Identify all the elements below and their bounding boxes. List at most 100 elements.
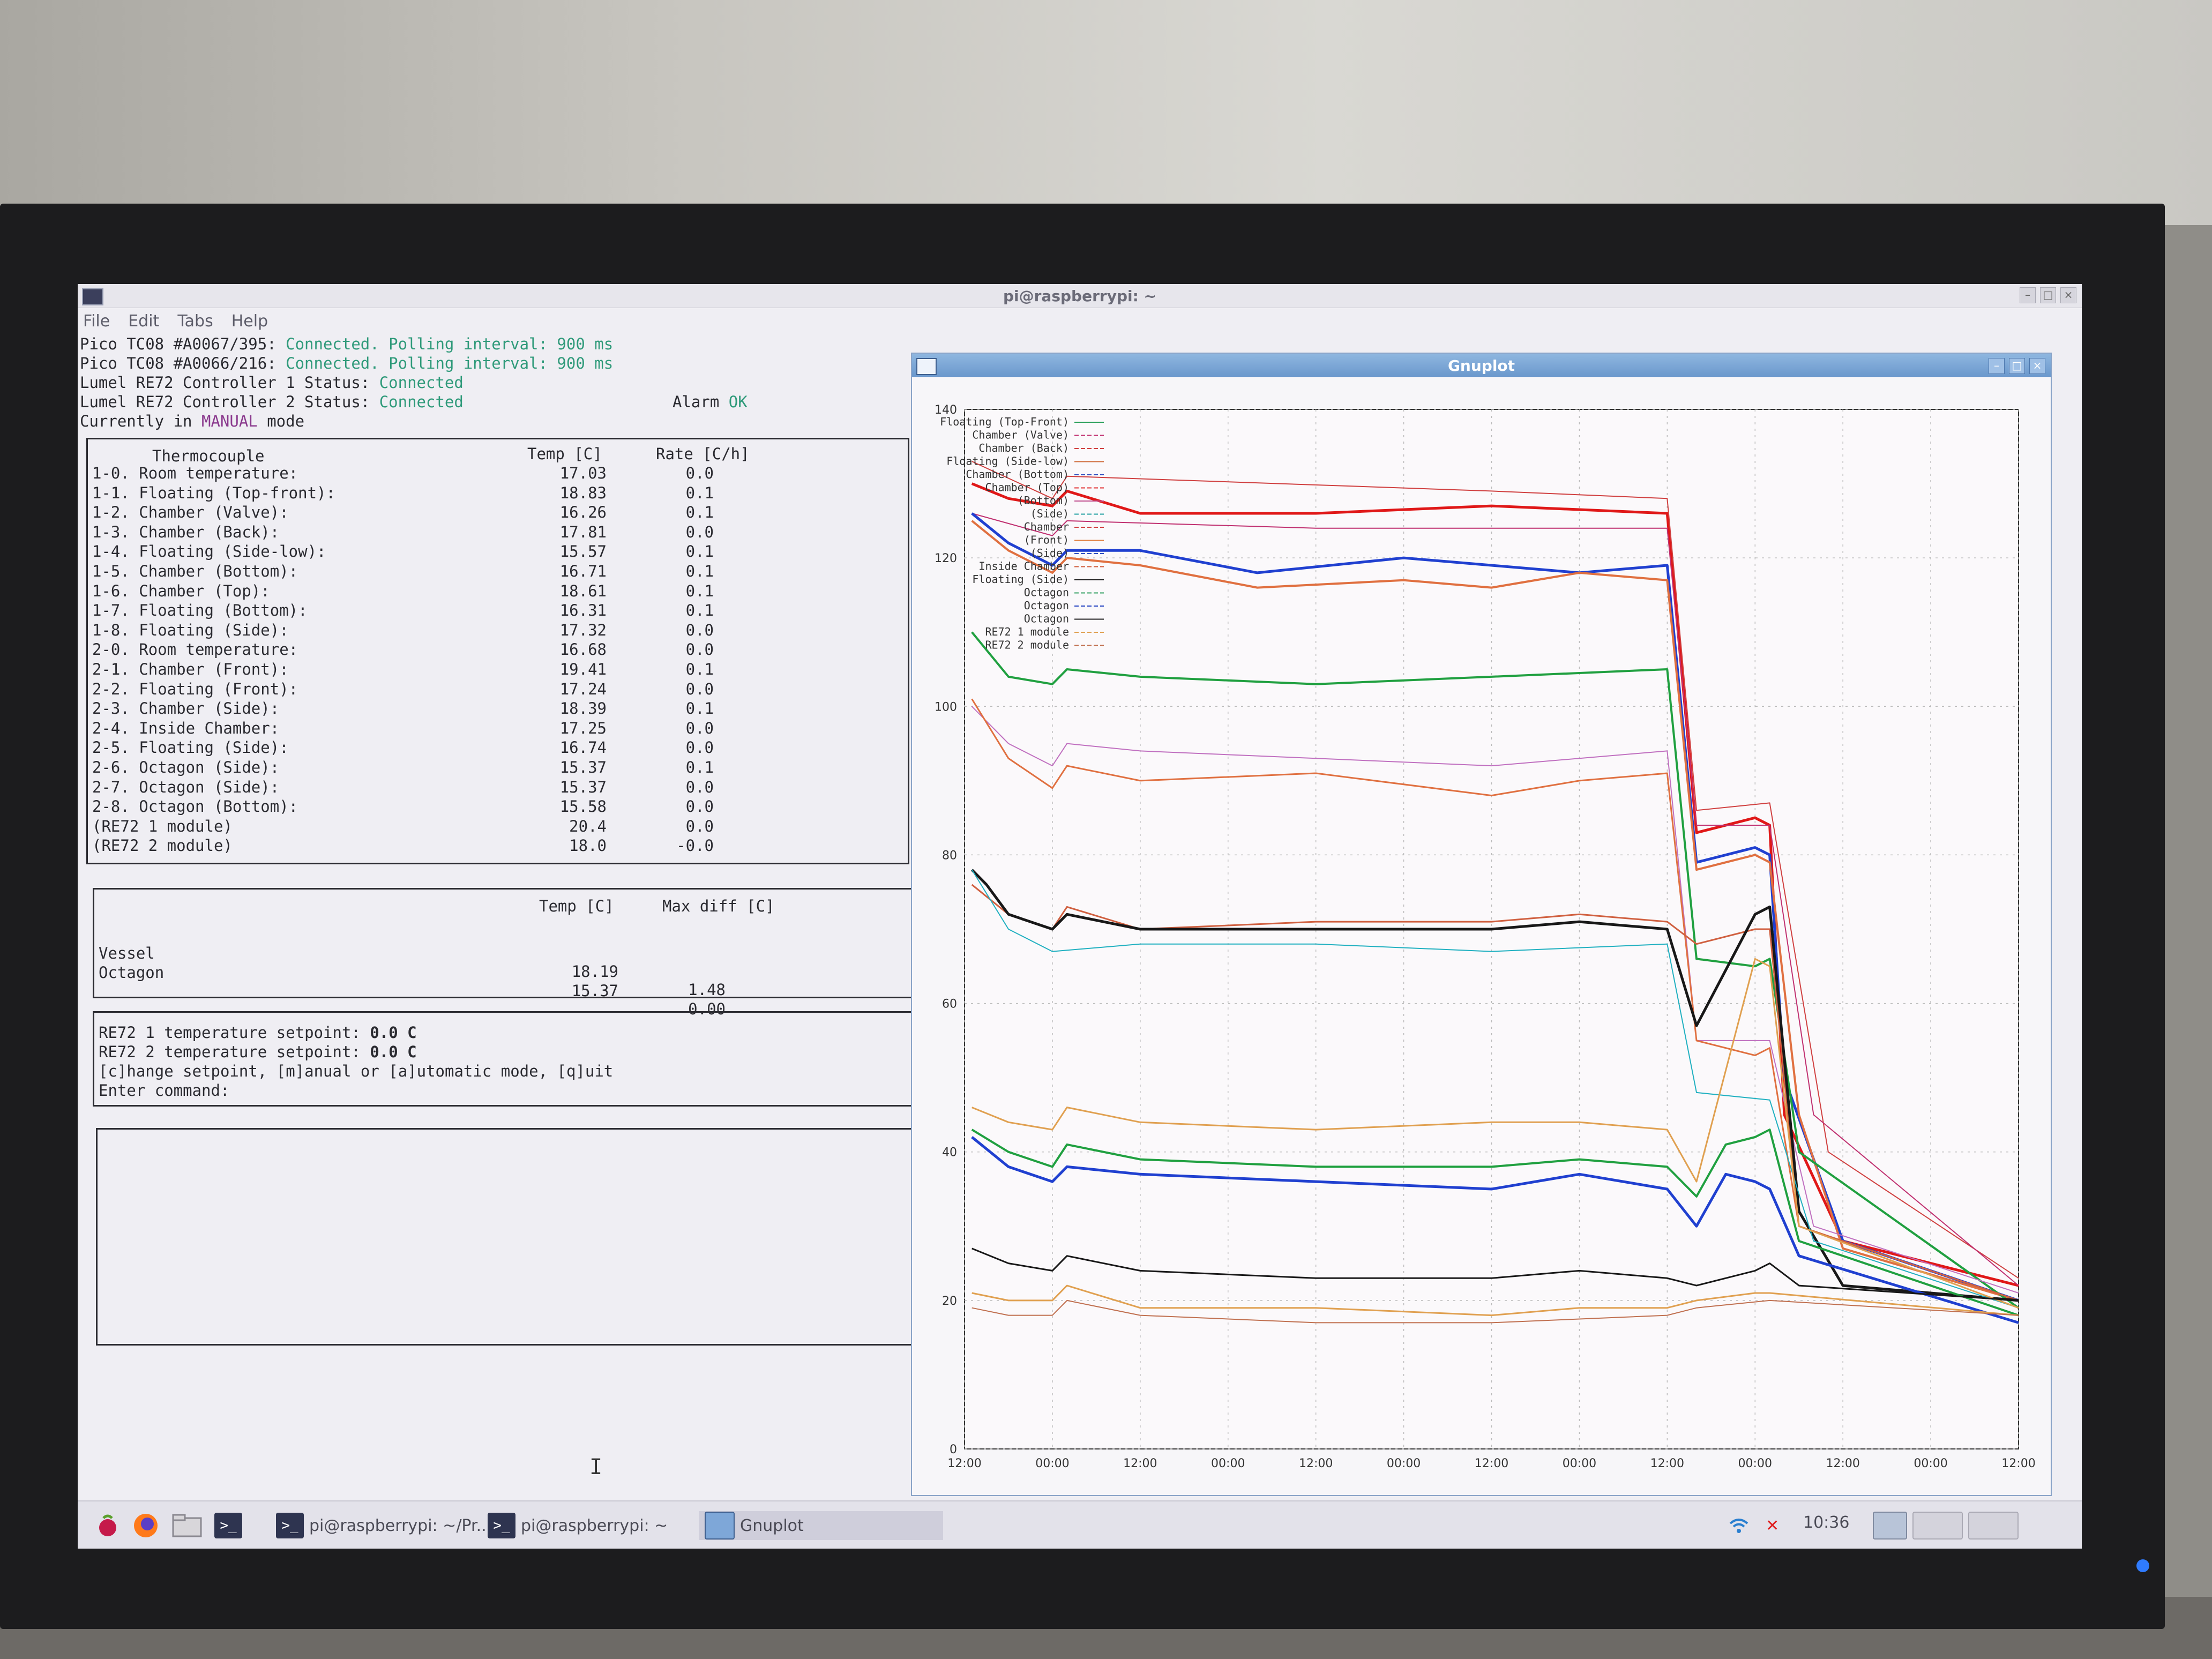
- background-curtain: [0, 0, 2212, 225]
- summary-panel: Temp [C] Max diff [C] Vessel 18.19 1.48 …: [93, 888, 916, 1018]
- command-help: [c]hange setpoint, [m]anual or [a]utomat…: [99, 1062, 614, 1080]
- status-line: Pico TC08 #A0067/395: Connected. Polling…: [80, 335, 614, 353]
- legend-label: (Front): [1024, 534, 1069, 547]
- volume-muted-icon[interactable]: ✕: [1766, 1511, 1779, 1540]
- legend-label: Chamber (Back): [978, 442, 1069, 454]
- thermo-row: (RE72 1 module) 20.4 0.0: [92, 817, 714, 835]
- taskbar-window-gnuplot[interactable]: Gnuplot: [699, 1511, 943, 1540]
- legend-label: Floating (Side): [972, 573, 1069, 586]
- x-tick-label: 00:00: [1563, 1457, 1596, 1470]
- close-button[interactable]: ×: [2060, 287, 2076, 303]
- legend-label: (Side): [1030, 507, 1069, 520]
- input-panel[interactable]: [96, 1128, 919, 1346]
- y-tick-label: 60: [942, 998, 957, 1011]
- thermo-row: 2-4. Inside Chamber: 17.25 0.0: [92, 719, 714, 737]
- x-tick-label: 12:00: [2001, 1457, 2035, 1470]
- y-tick-label: 100: [935, 700, 957, 714]
- y-tick-label: 40: [942, 1146, 957, 1160]
- thermo-row: 1-7. Floating (Bottom): 16.31 0.1: [92, 601, 714, 620]
- legend-label: RE72 2 module: [985, 639, 1069, 652]
- taskbar-window-terminal-2[interactable]: >_ pi@raspberrypi: ~: [488, 1511, 668, 1540]
- command-prompt[interactable]: Enter command:: [99, 1081, 229, 1100]
- terminal-launcher-icon[interactable]: >_: [214, 1511, 242, 1540]
- thermo-row: 2-6. Octagon (Side): 15.37 0.1: [92, 758, 714, 776]
- taskbar-window-label: pi@raspberrypi: ~/Pr...: [309, 1516, 492, 1535]
- y-tick-label: 0: [950, 1443, 957, 1456]
- gnuplot-titlebar[interactable]: Gnuplot – □ ×: [912, 354, 2051, 377]
- x-tick-label: 00:00: [1387, 1457, 1421, 1470]
- legend-label: RE72 1 module: [985, 625, 1069, 638]
- thermo-row: 2-0. Room temperature: 16.68 0.0: [92, 640, 714, 659]
- terminal-title: pi@raspberrypi: ~: [1003, 287, 1156, 305]
- thermo-row: 1-8. Floating (Side): 17.32 0.0: [92, 621, 714, 639]
- legend-label: Octagon: [1024, 599, 1069, 612]
- thermo-row: 1-0. Room temperature: 17.03 0.0: [92, 464, 714, 482]
- summary-row: Octagon 15.37 0.00: [99, 963, 726, 1018]
- legend-label: Floating (Side-low): [946, 455, 1069, 468]
- status-line: Lumel RE72 Controller 2 Status: Connecte…: [80, 393, 464, 411]
- thermo-row: 2-2. Floating (Front): 17.24 0.0: [92, 679, 714, 698]
- browser-icon[interactable]: [131, 1511, 160, 1540]
- thermo-row: 2-8. Octagon (Bottom): 15.58 0.0: [92, 797, 714, 816]
- x-tick-label: 12:00: [1299, 1457, 1333, 1470]
- legend-label: Chamber (Valve): [972, 429, 1069, 442]
- thermo-row: 1-5. Chamber (Bottom): 16.71 0.1: [92, 562, 714, 580]
- wifi-icon[interactable]: [1728, 1511, 1750, 1540]
- y-tick-label: 20: [942, 1295, 957, 1308]
- status-line: Pico TC08 #A0066/216: Connected. Polling…: [80, 354, 614, 372]
- menu-edit[interactable]: Edit: [128, 312, 159, 333]
- terminal-content[interactable]: Pico TC08 #A0067/395: Connected. Polling…: [78, 335, 919, 1503]
- minimize-button[interactable]: –: [2020, 287, 2036, 303]
- thermo-row: 1-1. Floating (Top-front): 18.83 0.1: [92, 483, 714, 502]
- thermo-row: 2-3. Chamber (Side): 18.39 0.1: [92, 699, 714, 718]
- menu-help[interactable]: Help: [231, 312, 268, 333]
- summary-header-maxdiff: Max diff [C]: [662, 897, 775, 915]
- desktop-switcher-icon[interactable]: [1873, 1511, 2019, 1540]
- x-tick-label: 12:00: [1123, 1457, 1157, 1470]
- raspberry-menu-icon[interactable]: [94, 1511, 122, 1540]
- thermo-row: 2-7. Octagon (Side): 15.37 0.0: [92, 778, 714, 796]
- x-tick-label: 00:00: [1914, 1457, 1947, 1470]
- clock[interactable]: 10:36: [1803, 1513, 1849, 1532]
- thermo-header-name: Thermocouple: [152, 447, 265, 465]
- text-cursor-icon: I: [589, 1455, 603, 1479]
- command-panel: RE72 1 temperature setpoint: 0.0 C RE72 …: [93, 1011, 916, 1107]
- thermo-row: 2-1. Chamber (Front): 19.41 0.1: [92, 660, 714, 678]
- x-tick-label: 12:00: [1826, 1457, 1859, 1470]
- setpoint-line: RE72 1 temperature setpoint: 0.0 C: [99, 1023, 417, 1042]
- terminal-titlebar[interactable]: pi@raspberrypi: ~ – □ ×: [78, 284, 2082, 308]
- thermo-row: 1-3. Chamber (Back): 17.81 0.0: [92, 522, 714, 541]
- legend-label: Octagon: [1024, 612, 1069, 625]
- x-tick-label: 00:00: [1738, 1457, 1772, 1470]
- thermo-row: 2-5. Floating (Side): 16.74 0.0: [92, 738, 714, 757]
- menu-tabs[interactable]: Tabs: [177, 312, 213, 333]
- screen: pi@raspberrypi: ~ – □ × File Edit Tabs H…: [78, 284, 2082, 1549]
- x-tick-label: 00:00: [1211, 1457, 1245, 1470]
- legend-label: Inside Chamber: [978, 560, 1069, 573]
- gnuplot-minimize-button[interactable]: –: [1989, 358, 2005, 374]
- temperature-plot: 02040608010012014012:00 00:00 12:00 00:00 12…: [935, 403, 2036, 1470]
- mode-line: Currently in MANUAL mode: [80, 412, 305, 430]
- taskbar-window-terminal-1[interactable]: >_ pi@raspberrypi: ~/Pr...: [276, 1511, 491, 1540]
- x-tick-label: 00:00: [1035, 1457, 1069, 1470]
- x-tick-label: 12:00: [1650, 1457, 1684, 1470]
- file-manager-icon[interactable]: [171, 1511, 203, 1540]
- summary-header-temp: Temp [C]: [539, 897, 614, 915]
- gnuplot-window[interactable]: Gnuplot – □ × 0 20 40 60 80 100 120 140 12:00 00:…: [911, 353, 2052, 1496]
- gnuplot-close-button[interactable]: ×: [2029, 358, 2045, 374]
- maximize-button[interactable]: □: [2040, 287, 2056, 303]
- thermocouple-panel: Thermocouple Temp [C] Rate [C/h] 1-0. Ro…: [86, 438, 909, 864]
- thermo-row: 1-2. Chamber (Valve): 16.26 0.1: [92, 503, 714, 522]
- legend-label: Chamber (Top): [985, 481, 1069, 494]
- thermo-row: (RE72 2 module) 18.0 -0.0: [92, 836, 714, 855]
- setpoint-line: RE72 2 temperature setpoint: 0.0 C: [99, 1043, 417, 1061]
- thermo-row: 1-6. Chamber (Top): 18.61 0.1: [92, 581, 714, 600]
- menu-file[interactable]: File: [83, 312, 110, 333]
- legend-label: (Bottom): [1018, 494, 1069, 507]
- legend-label: (Side): [1030, 547, 1069, 559]
- y-tick-label: 120: [935, 552, 957, 565]
- legend-label: Floating (Top-Front): [940, 415, 1069, 428]
- status-line: Lumel RE72 Controller 1 Status: Connecte…: [80, 373, 464, 392]
- gnuplot-maximize-button[interactable]: □: [2009, 358, 2025, 374]
- x-tick-label: 12:00: [947, 1457, 981, 1470]
